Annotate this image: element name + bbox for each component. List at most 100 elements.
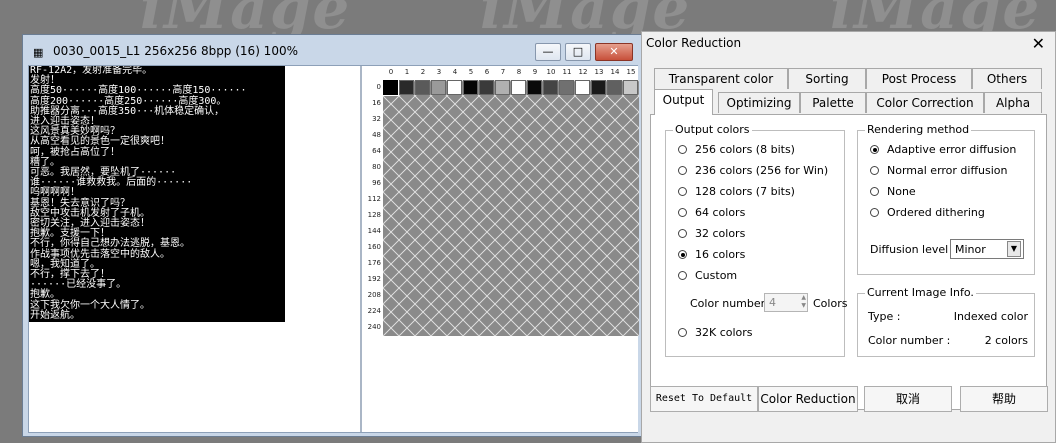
radio-circle-icon [678,187,687,196]
radio-circle-icon [678,271,687,280]
palette-row-number: 144 [367,227,381,235]
image-client-area[interactable]: RF-12A2，发射准备完毕。 发射！ 高度50······高度100······高… [28,65,639,433]
palette-column-number: 4 [452,68,458,76]
radio-circle-icon [678,208,687,217]
palette-panel[interactable]: 0 1 2 3 4 5 6 7 8 9 10 11 12 13 14 15 0 16 32 48 64 80 96 112 12… [366,66,639,432]
palette-column-number: 2 [420,68,426,76]
image-text-line: RF-12A2，发射准备完毕。 [30,66,153,76]
radio-ordered-dithering[interactable]: Ordered dithering [870,206,985,219]
palette-swatch[interactable] [543,80,558,95]
palette-swatch[interactable] [495,80,510,95]
palette-column-number: 6 [484,68,490,76]
diffusion-level-select[interactable]: Minor ▼ [950,239,1024,259]
palette-grid[interactable] [383,80,639,336]
palette-row-number: 96 [372,179,381,187]
palette-swatch[interactable] [463,80,478,95]
palette-row-number: 0 [376,83,381,91]
palette-column-number: 12 [578,68,588,76]
palette-row-number: 80 [372,163,381,171]
radio-64-colors[interactable]: 64 colors [678,206,745,219]
tab-sorting[interactable]: Sorting [788,68,866,89]
output-tab-panel: Output colors 256 colors (8 bits) 236 col… [650,114,1047,410]
tab-others[interactable]: Others [972,68,1042,89]
radio-none[interactable]: None [870,185,916,198]
palette-column-number: 10 [546,68,556,76]
close-button[interactable]: ✕ [595,43,633,61]
palette-row-number: 208 [367,291,381,299]
color-number-stepper[interactable]: 4 ▲ ▼ [764,293,808,312]
image-text-line: 呵，被抢占高位了！ [30,146,120,158]
tab-output[interactable]: Output [654,89,713,115]
color-number-value: 4 [769,296,776,309]
radio-256-colors-8-bits[interactable]: 256 colors (8 bits) [678,143,795,156]
palette-swatch[interactable] [575,80,590,95]
radio-128-colors-7-bits[interactable]: 128 colors (7 bits) [678,185,795,198]
help-button[interactable]: 帮助 [960,386,1048,412]
palette-swatch[interactable] [527,80,542,95]
rendering-method-label: Rendering method [865,123,972,136]
tab-palette[interactable]: Palette [800,92,866,113]
radio-236-colors-256-for-win[interactable]: 236 colors (256 for Win) [678,164,828,177]
cancel-button[interactable]: 取消 [864,386,952,412]
radio-16-colors[interactable]: 16 colors [678,248,745,261]
palette-column-number: 8 [516,68,522,76]
image-window-title: 0030_0015_L1 256x256 8bpp (16) 100% [53,44,298,58]
image-window[interactable]: ▦ 0030_0015_L1 256x256 8bpp (16) 100% — … [22,34,642,437]
diffusion-level-value: Minor [955,243,986,256]
image-color-number-label: Color number : [868,334,951,347]
color-reduction-dialog[interactable]: Color Reduction ✕ Transparent color Sort… [641,31,1056,443]
palette-swatch[interactable] [607,80,622,95]
palette-row-number: 240 [367,323,381,331]
image-canvas[interactable]: RF-12A2，发射准备完毕。 发射！ 高度50······高度100······高… [29,66,285,322]
radio-adaptive-error-diffusion[interactable]: Adaptive error diffusion [870,143,1016,156]
palette-column-number: 7 [500,68,506,76]
palette-swatch[interactable] [591,80,606,95]
radio-32k-colors[interactable]: 32K colors [678,326,753,339]
palette-row-number: 192 [367,275,381,283]
palette-column-number: 1 [404,68,410,76]
radio-circle-icon [870,208,879,217]
minimize-button[interactable]: — [535,43,561,61]
colors-suffix: Colors [813,297,848,310]
dialog-title: Color Reduction [646,36,742,50]
radio-normal-error-diffusion[interactable]: Normal error diffusion [870,164,1008,177]
tab-optimizing[interactable]: Optimizing [718,92,800,113]
palette-column-number: 9 [532,68,538,76]
palette-swatch[interactable] [382,79,399,96]
image-window-titlebar[interactable]: ▦ 0030_0015_L1 256x256 8bpp (16) 100% — … [23,35,641,67]
type-label: Type : [868,310,901,323]
current-image-info-group: Current Image Info. Type : Indexed color… [857,286,1035,357]
palette-column-number: 11 [562,68,572,76]
tab-post-process[interactable]: Post Process [866,68,972,89]
palette-row-number: 16 [372,99,381,107]
chevron-down-icon[interactable]: ▼ [1007,241,1021,257]
tab-color-correction[interactable]: Color Correction [866,92,984,113]
splitter-handle[interactable] [360,66,362,432]
tab-alpha[interactable]: Alpha [984,92,1042,113]
palette-swatch[interactable] [511,80,526,95]
palette-swatch[interactable] [559,80,574,95]
palette-swatch[interactable] [447,80,462,95]
radio-circle-icon [678,250,687,259]
radio-32-colors[interactable]: 32 colors [678,227,745,240]
stepper-arrows-icon[interactable]: ▲ ▼ [801,294,806,310]
tab-transparent-color[interactable]: Transparent color [654,68,788,89]
radio-circle-icon [678,229,687,238]
palette-swatch[interactable] [623,80,638,95]
maximize-button[interactable]: □ [565,43,591,61]
palette-row-number: 32 [372,115,381,123]
palette-swatch[interactable] [399,80,414,95]
palette-swatch[interactable] [431,80,446,95]
palette-swatch[interactable] [479,80,494,95]
radio-circle-icon [870,166,879,175]
output-colors-label: Output colors [673,123,752,136]
palette-column-number: 3 [436,68,442,76]
color-number-label: Color number : [690,297,773,310]
close-icon[interactable]: ✕ [1032,34,1045,53]
radio-custom[interactable]: Custom [678,269,737,282]
palette-row-number: 112 [367,195,381,203]
reset-to-default-button[interactable]: Reset To Default [650,386,758,412]
palette-swatch[interactable] [415,80,430,95]
image-color-number-value: 2 colors [984,334,1028,347]
color-reduction-button[interactable]: Color Reduction [758,386,858,412]
